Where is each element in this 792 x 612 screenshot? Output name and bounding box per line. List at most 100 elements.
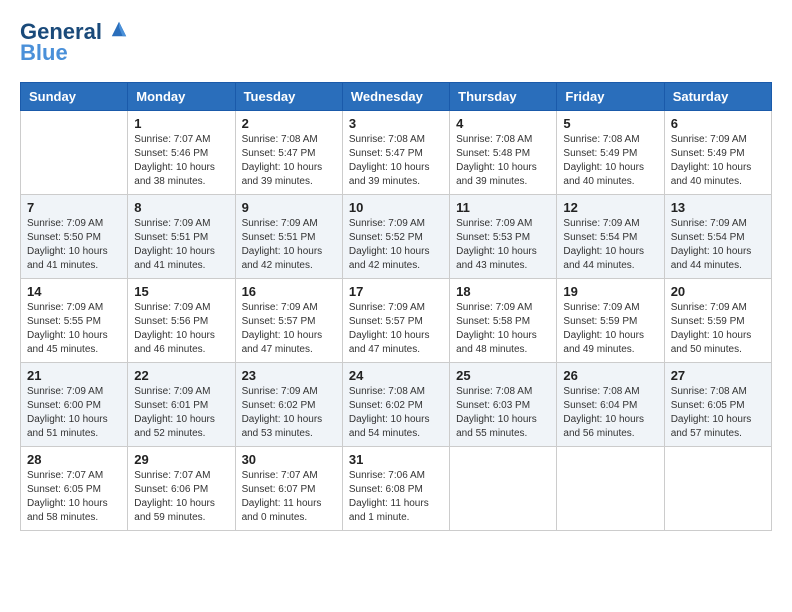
day-number: 8: [134, 200, 228, 215]
day-number: 25: [456, 368, 550, 383]
day-number: 27: [671, 368, 765, 383]
day-info: Sunrise: 7:09 AMSunset: 5:59 PMDaylight:…: [671, 301, 765, 357]
day-info: Sunrise: 7:08 AMSunset: 6:02 PMDaylight:…: [349, 385, 443, 441]
col-header-thursday: Thursday: [450, 83, 557, 111]
day-info: Sunrise: 7:09 AMSunset: 5:59 PMDaylight:…: [563, 301, 657, 357]
day-info: Sunrise: 7:07 AMSunset: 6:05 PMDaylight:…: [27, 469, 121, 525]
day-info: Sunrise: 7:09 AMSunset: 6:00 PMDaylight:…: [27, 385, 121, 441]
day-info: Sunrise: 7:07 AMSunset: 6:06 PMDaylight:…: [134, 469, 228, 525]
logo-icon: [110, 20, 128, 38]
day-number: 14: [27, 284, 121, 299]
day-info: Sunrise: 7:07 AMSunset: 6:07 PMDaylight:…: [242, 469, 336, 525]
day-number: 21: [27, 368, 121, 383]
day-cell: 20 Sunrise: 7:09 AMSunset: 5:59 PMDayligh…: [664, 279, 771, 363]
day-cell: 9 Sunrise: 7:09 AMSunset: 5:51 PMDaylight…: [235, 195, 342, 279]
day-cell: 7 Sunrise: 7:09 AMSunset: 5:50 PMDaylight…: [21, 195, 128, 279]
day-cell: 22 Sunrise: 7:09 AMSunset: 6:01 PMDayligh…: [128, 363, 235, 447]
day-cell: 18 Sunrise: 7:09 AMSunset: 5:58 PMDayligh…: [450, 279, 557, 363]
day-cell: 23 Sunrise: 7:09 AMSunset: 6:02 PMDayligh…: [235, 363, 342, 447]
day-cell: [450, 447, 557, 531]
day-number: 28: [27, 452, 121, 467]
day-info: Sunrise: 7:09 AMSunset: 5:55 PMDaylight:…: [27, 301, 121, 357]
day-cell: 14 Sunrise: 7:09 AMSunset: 5:55 PMDayligh…: [21, 279, 128, 363]
day-info: Sunrise: 7:09 AMSunset: 5:51 PMDaylight:…: [242, 217, 336, 273]
day-info: Sunrise: 7:09 AMSunset: 5:50 PMDaylight:…: [27, 217, 121, 273]
day-number: 15: [134, 284, 228, 299]
day-number: 16: [242, 284, 336, 299]
day-cell: 8 Sunrise: 7:09 AMSunset: 5:51 PMDaylight…: [128, 195, 235, 279]
day-number: 19: [563, 284, 657, 299]
day-number: 7: [27, 200, 121, 215]
day-number: 4: [456, 116, 550, 131]
day-cell: 31 Sunrise: 7:06 AMSunset: 6:08 PMDayligh…: [342, 447, 449, 531]
day-cell: 16 Sunrise: 7:09 AMSunset: 5:57 PMDayligh…: [235, 279, 342, 363]
day-number: 17: [349, 284, 443, 299]
day-cell: [557, 447, 664, 531]
day-info: Sunrise: 7:09 AMSunset: 5:51 PMDaylight:…: [134, 217, 228, 273]
week-row-3: 14 Sunrise: 7:09 AMSunset: 5:55 PMDayligh…: [21, 279, 772, 363]
day-number: 6: [671, 116, 765, 131]
day-number: 23: [242, 368, 336, 383]
day-cell: 1Sunrise: 7:07 AMSunset: 5:46 PMDaylight…: [128, 111, 235, 195]
day-cell: 3Sunrise: 7:08 AMSunset: 5:47 PMDaylight…: [342, 111, 449, 195]
col-header-monday: Monday: [128, 83, 235, 111]
day-info: Sunrise: 7:09 AMSunset: 5:54 PMDaylight:…: [671, 217, 765, 273]
col-header-tuesday: Tuesday: [235, 83, 342, 111]
day-info: Sunrise: 7:09 AMSunset: 6:01 PMDaylight:…: [134, 385, 228, 441]
day-info: Sunrise: 7:09 AMSunset: 5:49 PMDaylight:…: [671, 133, 765, 189]
day-cell: 10 Sunrise: 7:09 AMSunset: 5:52 PMDayligh…: [342, 195, 449, 279]
col-header-wednesday: Wednesday: [342, 83, 449, 111]
day-info: Sunrise: 7:07 AMSunset: 5:46 PMDaylight:…: [134, 133, 228, 189]
logo: General Blue: [20, 20, 128, 66]
day-cell: 4 Sunrise: 7:08 AMSunset: 5:48 PMDaylight…: [450, 111, 557, 195]
day-number: 18: [456, 284, 550, 299]
day-cell: 30Sunrise: 7:07 AMSunset: 6:07 PMDayligh…: [235, 447, 342, 531]
day-cell: [664, 447, 771, 531]
day-number: 12: [563, 200, 657, 215]
day-info: Sunrise: 7:09 AMSunset: 5:56 PMDaylight:…: [134, 301, 228, 357]
day-cell: 27 Sunrise: 7:08 AMSunset: 6:05 PMDayligh…: [664, 363, 771, 447]
day-number: 22: [134, 368, 228, 383]
day-number: 20: [671, 284, 765, 299]
col-header-friday: Friday: [557, 83, 664, 111]
day-info: Sunrise: 7:08 AMSunset: 6:03 PMDaylight:…: [456, 385, 550, 441]
day-info: Sunrise: 7:06 AMSunset: 6:08 PMDaylight:…: [349, 469, 443, 525]
day-info: Sunrise: 7:08 AMSunset: 5:49 PMDaylight:…: [563, 133, 657, 189]
day-cell: 29 Sunrise: 7:07 AMSunset: 6:06 PMDayligh…: [128, 447, 235, 531]
day-number: 11: [456, 200, 550, 215]
day-info: Sunrise: 7:09 AMSunset: 6:02 PMDaylight:…: [242, 385, 336, 441]
day-cell: 12 Sunrise: 7:09 AMSunset: 5:54 PMDayligh…: [557, 195, 664, 279]
day-cell: 13 Sunrise: 7:09 AMSunset: 5:54 PMDayligh…: [664, 195, 771, 279]
day-number: 24: [349, 368, 443, 383]
day-info: Sunrise: 7:08 AMSunset: 6:05 PMDaylight:…: [671, 385, 765, 441]
day-cell: 11Sunrise: 7:09 AMSunset: 5:53 PMDayligh…: [450, 195, 557, 279]
day-info: Sunrise: 7:09 AMSunset: 5:57 PMDaylight:…: [349, 301, 443, 357]
col-header-saturday: Saturday: [664, 83, 771, 111]
week-row-5: 28 Sunrise: 7:07 AMSunset: 6:05 PMDayligh…: [21, 447, 772, 531]
day-cell: 21 Sunrise: 7:09 AMSunset: 6:00 PMDayligh…: [21, 363, 128, 447]
day-number: 3: [349, 116, 443, 131]
day-info: Sunrise: 7:09 AMSunset: 5:52 PMDaylight:…: [349, 217, 443, 273]
day-number: 26: [563, 368, 657, 383]
day-cell: [21, 111, 128, 195]
day-number: 5: [563, 116, 657, 131]
header-row: SundayMondayTuesdayWednesdayThursdayFrid…: [21, 83, 772, 111]
day-cell: 2Sunrise: 7:08 AMSunset: 5:47 PMDaylight…: [235, 111, 342, 195]
day-number: 29: [134, 452, 228, 467]
day-info: Sunrise: 7:08 AMSunset: 5:48 PMDaylight:…: [456, 133, 550, 189]
header: General Blue: [20, 20, 772, 66]
day-number: 13: [671, 200, 765, 215]
day-info: Sunrise: 7:08 AMSunset: 5:47 PMDaylight:…: [242, 133, 336, 189]
day-number: 10: [349, 200, 443, 215]
calendar-table: SundayMondayTuesdayWednesdayThursdayFrid…: [20, 82, 772, 531]
day-number: 9: [242, 200, 336, 215]
day-info: Sunrise: 7:09 AMSunset: 5:57 PMDaylight:…: [242, 301, 336, 357]
day-info: Sunrise: 7:09 AMSunset: 5:54 PMDaylight:…: [563, 217, 657, 273]
day-info: Sunrise: 7:09 AMSunset: 5:58 PMDaylight:…: [456, 301, 550, 357]
day-cell: 19 Sunrise: 7:09 AMSunset: 5:59 PMDayligh…: [557, 279, 664, 363]
day-number: 31: [349, 452, 443, 467]
day-info: Sunrise: 7:08 AMSunset: 6:04 PMDaylight:…: [563, 385, 657, 441]
day-cell: 6 Sunrise: 7:09 AMSunset: 5:49 PMDaylight…: [664, 111, 771, 195]
day-cell: 26 Sunrise: 7:08 AMSunset: 6:04 PMDayligh…: [557, 363, 664, 447]
day-cell: 25 Sunrise: 7:08 AMSunset: 6:03 PMDayligh…: [450, 363, 557, 447]
